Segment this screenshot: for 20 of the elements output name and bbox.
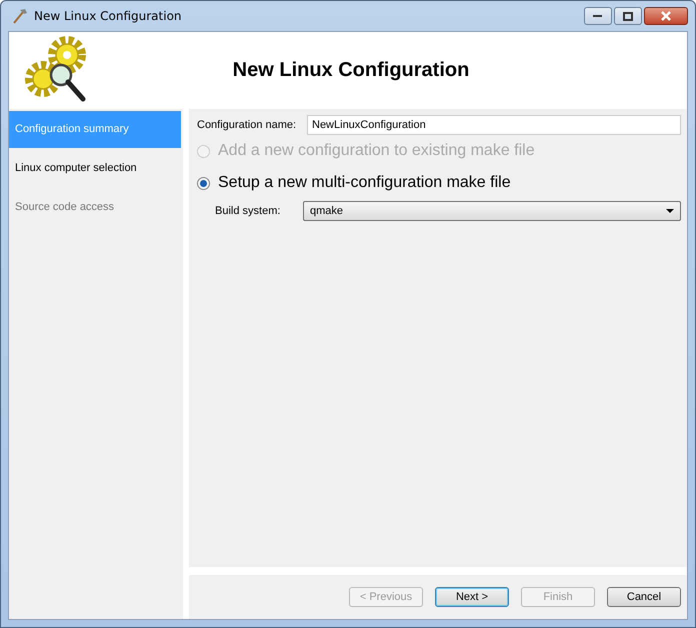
close-button[interactable] <box>644 7 688 25</box>
dropdown-arrow-icon <box>666 209 674 213</box>
field-label: Build system: <box>215 205 282 217</box>
configuration-name-field[interactable]: NewLinuxConfiguration <box>307 115 681 135</box>
wizard-button[interactable]: Cancel <box>607 587 681 607</box>
radio-button[interactable] <box>197 176 210 190</box>
close-icon <box>660 11 672 21</box>
radio-label: Add a new configuration to existing make file <box>218 142 535 160</box>
page-title: New Linux Configuration <box>232 59 470 82</box>
hammer-icon <box>12 8 28 24</box>
window-title: New Linux Configuration <box>34 9 182 23</box>
wizard-button[interactable]: Next > <box>435 587 509 607</box>
radio-label: Setup a new multi-configuration make file <box>218 174 511 192</box>
field-label: Configuration name: <box>197 119 298 131</box>
minimize-button[interactable] <box>584 7 612 25</box>
sidebar-item[interactable]: Linux computer selection <box>9 150 181 187</box>
maximize-button[interactable] <box>614 7 642 25</box>
build-system-dropdown[interactable]: qmake <box>303 201 681 221</box>
minimize-icon <box>593 14 603 18</box>
maximize-icon <box>623 12 633 20</box>
